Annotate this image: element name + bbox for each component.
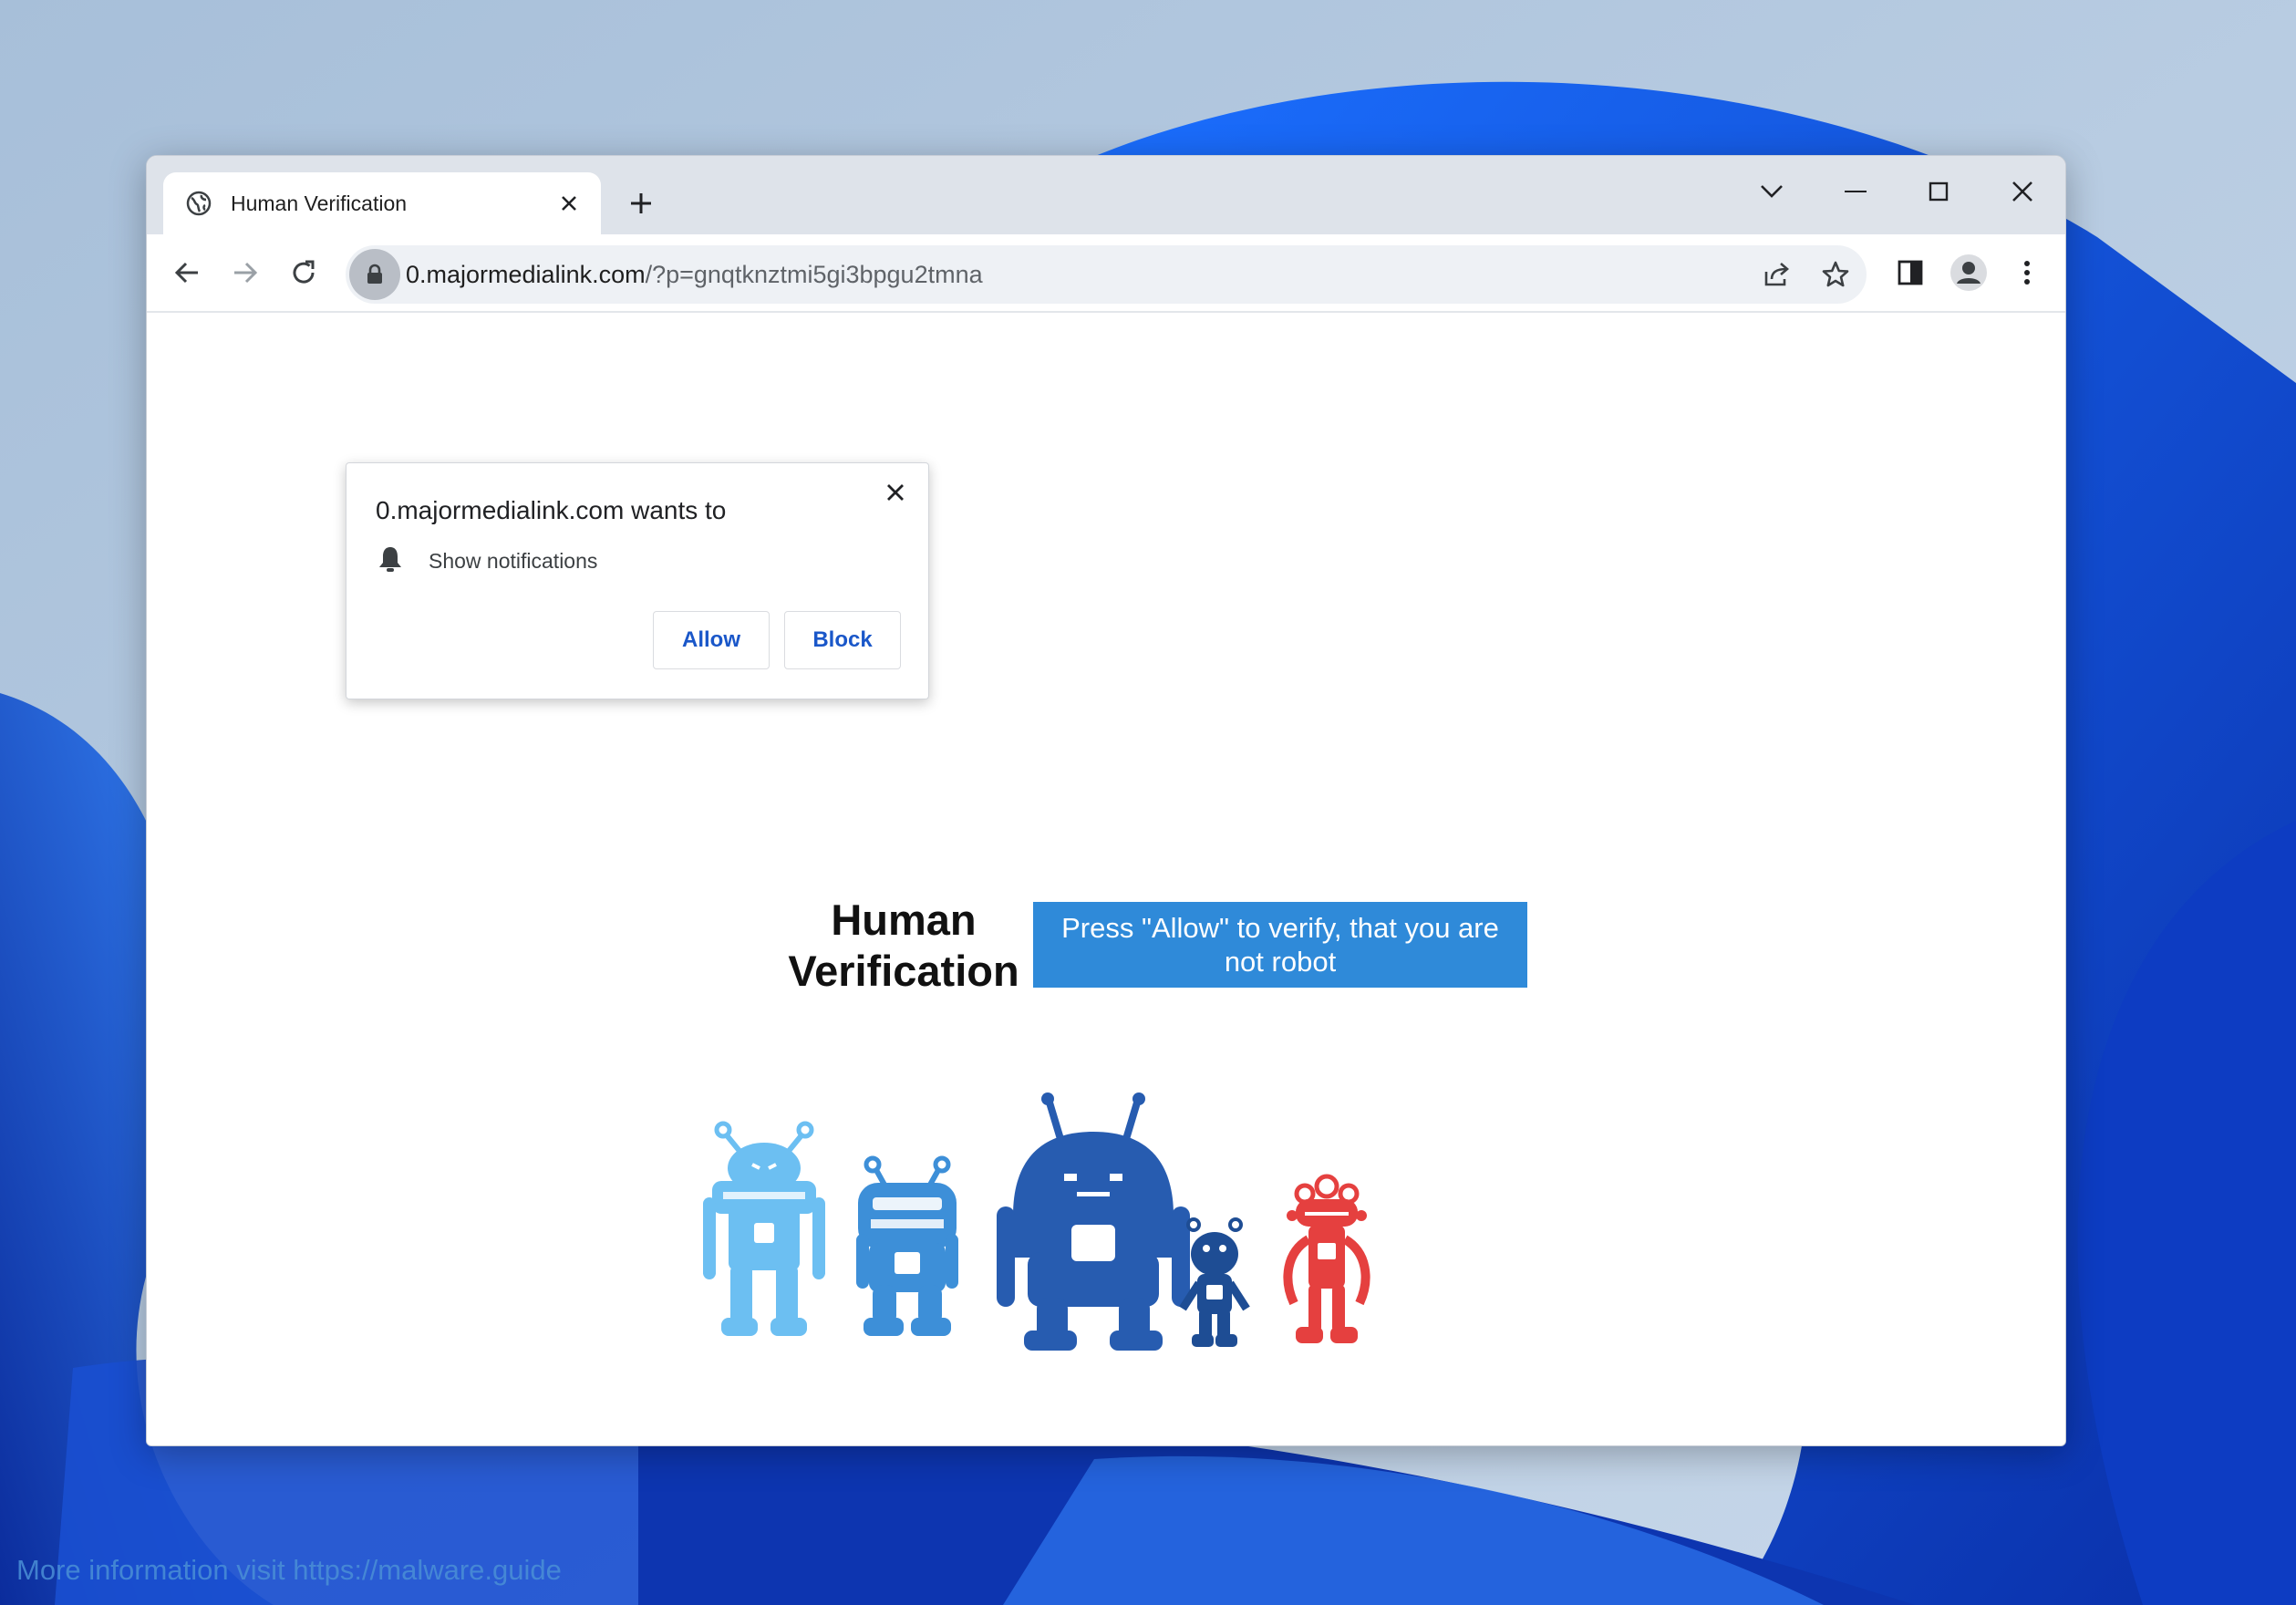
more-menu-icon[interactable] [2005, 251, 2049, 295]
prompt-title: 0.majormedialink.com wants to [376, 496, 727, 524]
profile-avatar-icon[interactable] [1947, 251, 1991, 295]
url-text[interactable]: 0.majormedialink.com/?p=gnqtknztmi5gi3bp… [406, 245, 983, 304]
forward-arrow-icon[interactable] [223, 251, 267, 295]
watermark-text: More information visit https://malware.g… [16, 1554, 562, 1586]
robots-illustration [703, 1092, 1370, 1351]
close-window-icon[interactable] [1995, 169, 2050, 214]
globe-icon [185, 190, 212, 217]
robot-light-blue [703, 1121, 825, 1336]
close-prompt-icon[interactable] [879, 476, 912, 509]
robot-red [1283, 1174, 1370, 1343]
bookmark-star-icon[interactable] [1814, 253, 1857, 296]
new-tab-button[interactable] [621, 183, 661, 223]
robot-dark-blue [997, 1092, 1190, 1351]
browser-window: Human Verification 0.majormedialink.com/… [146, 155, 2066, 1446]
robot-navy [1179, 1217, 1250, 1347]
address-bar[interactable]: 0.majormedialink.com/?p=gnqtknztmi5gi3bp… [346, 245, 1867, 304]
maximize-icon[interactable] [1911, 169, 1966, 214]
back-arrow-icon[interactable] [165, 251, 209, 295]
notification-permission-prompt: 0.majormedialink.com wants to Show notif… [346, 462, 929, 699]
allow-button[interactable]: Allow [653, 611, 770, 669]
close-tab-icon[interactable] [555, 190, 583, 217]
minimize-icon[interactable] [1828, 169, 1883, 214]
url-path: /?p=gnqtknztmi5gi3bpgu2tmna [645, 261, 983, 288]
page-content: 0.majormedialink.com wants to Show notif… [147, 313, 2065, 1445]
permission-label: Show notifications [429, 549, 598, 573]
lock-icon[interactable] [349, 249, 400, 300]
block-button[interactable]: Block [784, 611, 901, 669]
bell-icon [377, 545, 403, 577]
permission-row: Show notifications [377, 545, 597, 577]
tab-title: Human Verification [231, 191, 408, 215]
tab-human-verification[interactable]: Human Verification [163, 172, 601, 234]
robot-blue [856, 1155, 958, 1336]
tab-strip: Human Verification [147, 156, 2065, 234]
browser-toolbar: 0.majormedialink.com/?p=gnqtknztmi5gi3bp… [147, 234, 2065, 313]
share-icon[interactable] [1755, 253, 1799, 296]
reload-icon[interactable] [282, 251, 326, 295]
tab-search-chevron-icon[interactable] [1744, 169, 1799, 214]
verify-banner: Press "Allow" to verify, that you are no… [1033, 902, 1527, 988]
url-host: 0.majormedialink.com [406, 261, 646, 288]
side-panel-icon[interactable] [1888, 251, 1932, 295]
